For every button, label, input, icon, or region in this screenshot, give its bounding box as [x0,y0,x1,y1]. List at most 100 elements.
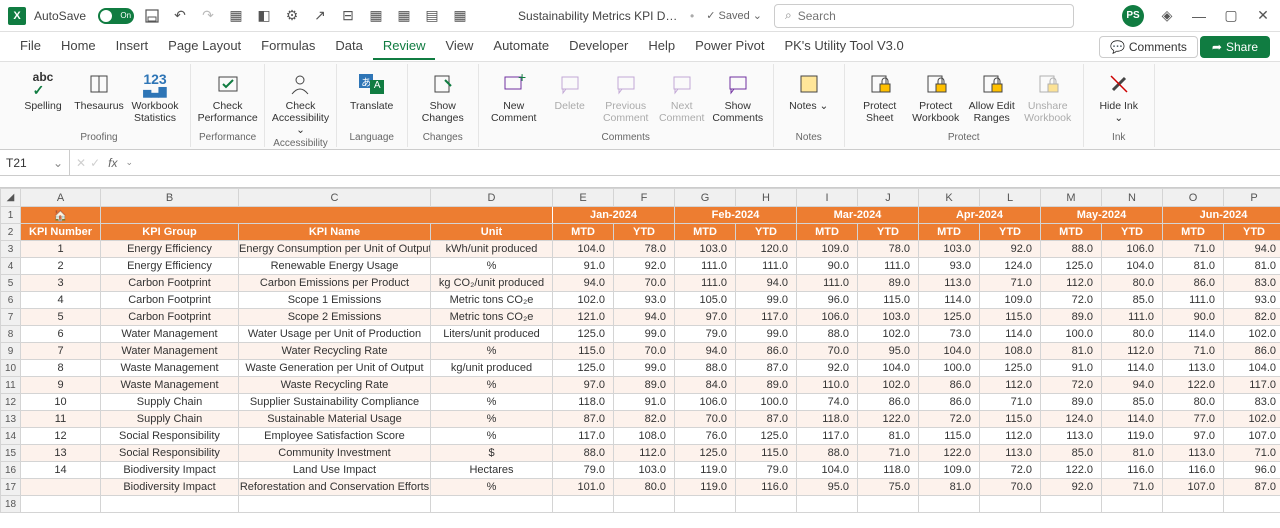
cell[interactable]: 6 [21,326,101,343]
cell[interactable]: 72.0 [1041,292,1102,309]
cell[interactable]: 107.0 [1224,428,1280,445]
cell[interactable]: 71.0 [980,275,1041,292]
cell[interactable]: Metric tons CO₂e [431,292,553,309]
col-header-C[interactable]: C [239,189,431,207]
cell[interactable]: % [431,428,553,445]
row-header-1[interactable]: 1 [1,207,21,224]
ribbon-workbook-statistics-button[interactable]: 123▅▃▇Workbook Statistics [128,68,182,126]
ribbon-hide-ink--button[interactable]: Hide Ink ⌄ [1092,68,1146,126]
cell[interactable]: 99.0 [736,326,797,343]
col-header-O[interactable]: O [1163,189,1224,207]
col-header-B[interactable]: B [101,189,239,207]
cell[interactable]: 108.0 [980,343,1041,360]
cell[interactable]: Community Investment [239,445,431,462]
cell[interactable]: 113.0 [919,275,980,292]
cell[interactable]: 13 [21,445,101,462]
hdr-ytd[interactable]: YTD [1224,224,1280,241]
cell[interactable]: 70.0 [614,275,675,292]
cell[interactable]: 104.0 [1224,360,1280,377]
cell[interactable]: 90.0 [797,258,858,275]
cell[interactable]: 87.0 [736,411,797,428]
cell[interactable]: 125.0 [1041,258,1102,275]
share-button[interactable]: ➦ Share [1200,36,1270,58]
qat-icon-6[interactable]: ▦ [366,6,386,26]
hdr-ytd[interactable]: YTD [736,224,797,241]
cell[interactable]: 118.0 [858,462,919,479]
cell[interactable]: 107.0 [1163,479,1224,496]
cell[interactable]: 117.0 [797,428,858,445]
cell[interactable]: 97.0 [675,309,736,326]
ribbon-translate-button[interactable]: あATranslate [345,68,399,114]
cell[interactable]: 94.0 [736,275,797,292]
cell[interactable] [797,496,858,513]
cell[interactable]: $ [431,445,553,462]
col-header-H[interactable]: H [736,189,797,207]
home-cell[interactable]: 🏠 [21,207,101,224]
cell[interactable]: 94.0 [1102,377,1163,394]
cell[interactable]: Water Management [101,326,239,343]
cell[interactable]: 99.0 [736,292,797,309]
cell[interactable]: 71.0 [1224,445,1280,462]
cell[interactable]: 4 [21,292,101,309]
cell[interactable]: 115.0 [919,428,980,445]
cell[interactable] [736,496,797,513]
cell[interactable]: % [431,394,553,411]
cell[interactable]: 120.0 [736,241,797,258]
cell[interactable]: 101.0 [553,479,614,496]
cell[interactable]: 86.0 [858,394,919,411]
cell[interactable]: % [431,479,553,496]
blank-header[interactable] [101,207,553,224]
cell[interactable]: Water Recycling Rate [239,343,431,360]
month-header[interactable]: Mar-2024 [797,207,919,224]
cell[interactable]: Scope 2 Emissions [239,309,431,326]
row-header-7[interactable]: 7 [1,309,21,326]
cell[interactable]: 113.0 [1163,360,1224,377]
minimize-icon[interactable]: — [1190,7,1208,25]
cell[interactable]: 117.0 [736,309,797,326]
tab-review[interactable]: Review [373,33,436,60]
cell[interactable]: 99.0 [614,326,675,343]
cell[interactable] [858,496,919,513]
col-header-A[interactable]: A [21,189,101,207]
tab-developer[interactable]: Developer [559,33,638,60]
cell[interactable] [21,479,101,496]
cell[interactable]: 79.0 [553,462,614,479]
cell[interactable]: 102.0 [553,292,614,309]
ribbon-protect-workbook-button[interactable]: Protect Workbook [909,68,963,126]
cell[interactable] [1102,496,1163,513]
cell[interactable]: 83.0 [1224,275,1280,292]
hdr-mtd[interactable]: MTD [797,224,858,241]
cell[interactable]: 124.0 [1041,411,1102,428]
cell[interactable]: 125.0 [919,309,980,326]
cell[interactable]: % [431,377,553,394]
cell[interactable]: 72.0 [980,462,1041,479]
cell[interactable]: 92.0 [980,241,1041,258]
ribbon-new-comment-button[interactable]: +New Comment [487,68,541,126]
cell[interactable]: 112.0 [1041,275,1102,292]
cell[interactable]: Sustainable Material Usage [239,411,431,428]
cell[interactable]: 81.0 [1102,445,1163,462]
cell[interactable]: 71.0 [1163,241,1224,258]
col-header-K[interactable]: K [919,189,980,207]
cell[interactable]: 86.0 [919,377,980,394]
month-header[interactable]: May-2024 [1041,207,1163,224]
tab-home[interactable]: Home [51,33,106,60]
cancel-formula-icon[interactable]: ✕ [76,156,86,170]
cell[interactable]: 72.0 [1041,377,1102,394]
cell[interactable]: 111.0 [1102,309,1163,326]
fx-icon[interactable]: fx [104,156,121,170]
cell[interactable]: 94.0 [614,309,675,326]
cell[interactable]: 104.0 [553,241,614,258]
ribbon-protect-sheet-button[interactable]: Protect Sheet [853,68,907,126]
row-header-6[interactable]: 6 [1,292,21,309]
cell[interactable]: 79.0 [736,462,797,479]
row-header-2[interactable]: 2 [1,224,21,241]
cell[interactable]: 103.0 [919,241,980,258]
cell[interactable] [21,496,101,513]
cell[interactable]: 71.0 [1163,343,1224,360]
close-icon[interactable]: ✕ [1254,7,1272,25]
cell[interactable]: 109.0 [919,462,980,479]
cell[interactable] [980,496,1041,513]
cell[interactable]: 7 [21,343,101,360]
cell[interactable] [1041,496,1102,513]
